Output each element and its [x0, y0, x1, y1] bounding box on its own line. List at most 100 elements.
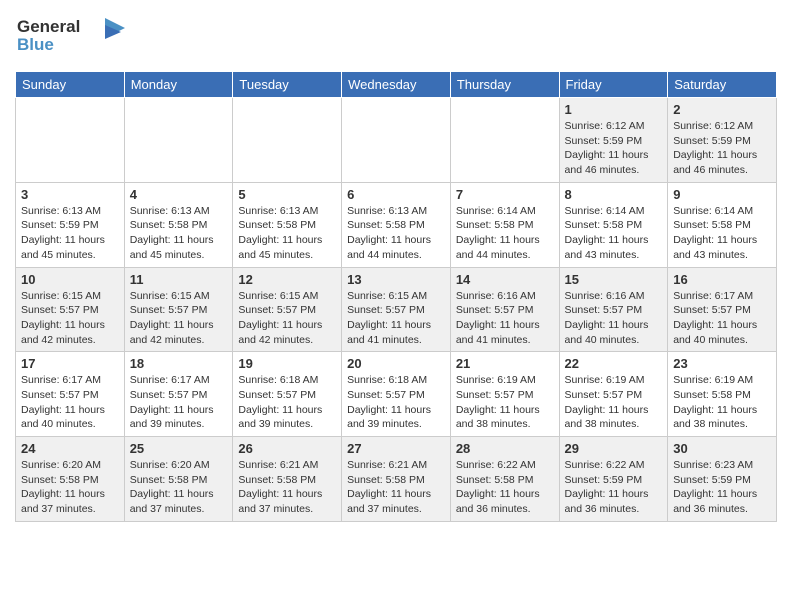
calendar-cell: 25 Sunrise: 6:20 AMSunset: 5:58 PMDayligh… [124, 437, 233, 522]
calendar-cell: 8 Sunrise: 6:14 AMSunset: 5:58 PMDaylight… [559, 182, 668, 267]
day-number: 16 [673, 272, 771, 287]
day-number: 7 [456, 187, 554, 202]
day-number: 6 [347, 187, 445, 202]
day-number: 29 [565, 441, 663, 456]
day-number: 20 [347, 356, 445, 371]
day-number: 3 [21, 187, 119, 202]
calendar-day-header: Friday [559, 72, 668, 98]
calendar-cell [342, 98, 451, 183]
calendar-cell: 27 Sunrise: 6:21 AMSunset: 5:58 PMDayligh… [342, 437, 451, 522]
calendar-week-row: 17 Sunrise: 6:17 AMSunset: 5:57 PMDayligh… [16, 352, 777, 437]
day-number: 28 [456, 441, 554, 456]
calendar-day-header: Wednesday [342, 72, 451, 98]
day-number: 24 [21, 441, 119, 456]
calendar-week-row: 3 Sunrise: 6:13 AMSunset: 5:59 PMDaylight… [16, 182, 777, 267]
calendar-day-header: Monday [124, 72, 233, 98]
calendar-day-header: Sunday [16, 72, 125, 98]
day-info: Sunrise: 6:15 AMSunset: 5:57 PMDaylight:… [347, 289, 445, 348]
day-number: 12 [238, 272, 336, 287]
day-info: Sunrise: 6:18 AMSunset: 5:57 PMDaylight:… [347, 373, 445, 432]
day-number: 9 [673, 187, 771, 202]
svg-text:Blue: Blue [17, 35, 54, 54]
day-info: Sunrise: 6:16 AMSunset: 5:57 PMDaylight:… [456, 289, 554, 348]
day-number: 5 [238, 187, 336, 202]
day-info: Sunrise: 6:12 AMSunset: 5:59 PMDaylight:… [673, 119, 771, 178]
calendar-cell [233, 98, 342, 183]
calendar-cell: 29 Sunrise: 6:22 AMSunset: 5:59 PMDayligh… [559, 437, 668, 522]
day-info: Sunrise: 6:23 AMSunset: 5:59 PMDaylight:… [673, 458, 771, 517]
day-number: 21 [456, 356, 554, 371]
day-number: 27 [347, 441, 445, 456]
day-info: Sunrise: 6:15 AMSunset: 5:57 PMDaylight:… [130, 289, 228, 348]
day-number: 8 [565, 187, 663, 202]
day-number: 26 [238, 441, 336, 456]
calendar-cell: 17Sunrise: 6:17 AMSunset: 5:57 PMDayligh… [16, 352, 125, 437]
calendar-cell: 9 Sunrise: 6:14 AMSunset: 5:58 PMDaylight… [668, 182, 777, 267]
day-info: Sunrise: 6:14 AMSunset: 5:58 PMDaylight:… [456, 204, 554, 263]
day-number: 30 [673, 441, 771, 456]
day-info: Sunrise: 6:21 AMSunset: 5:58 PMDaylight:… [238, 458, 336, 517]
day-info: Sunrise: 6:14 AMSunset: 5:58 PMDaylight:… [673, 204, 771, 263]
day-info: Sunrise: 6:13 AMSunset: 5:58 PMDaylight:… [238, 204, 336, 263]
day-number: 23 [673, 356, 771, 371]
day-number: 10 [21, 272, 119, 287]
calendar-cell: 2Sunrise: 6:12 AMSunset: 5:59 PMDaylight… [668, 98, 777, 183]
day-info: Sunrise: 6:15 AMSunset: 5:57 PMDaylight:… [21, 289, 119, 348]
day-number: 17 [21, 356, 119, 371]
calendar-week-row: 24 Sunrise: 6:20 AMSunset: 5:58 PMDayligh… [16, 437, 777, 522]
calendar-day-header: Saturday [668, 72, 777, 98]
calendar-cell: 28Sunrise: 6:22 AMSunset: 5:58 PMDayligh… [450, 437, 559, 522]
calendar-cell: 23Sunrise: 6:19 AMSunset: 5:58 PMDayligh… [668, 352, 777, 437]
calendar-cell: 4 Sunrise: 6:13 AMSunset: 5:58 PMDaylight… [124, 182, 233, 267]
day-number: 14 [456, 272, 554, 287]
day-info: Sunrise: 6:13 AMSunset: 5:59 PMDaylight:… [21, 204, 119, 263]
calendar-week-row: 1 Sunrise: 6:12 AMSunset: 5:59 PMDaylight… [16, 98, 777, 183]
day-info: Sunrise: 6:22 AMSunset: 5:59 PMDaylight:… [565, 458, 663, 517]
day-number: 19 [238, 356, 336, 371]
calendar-cell [124, 98, 233, 183]
calendar-header-row: SundayMondayTuesdayWednesdayThursdayFrid… [16, 72, 777, 98]
calendar-cell: 5 Sunrise: 6:13 AMSunset: 5:58 PMDaylight… [233, 182, 342, 267]
calendar-cell: 18Sunrise: 6:17 AMSunset: 5:57 PMDayligh… [124, 352, 233, 437]
calendar-cell: 15 Sunrise: 6:16 AMSunset: 5:57 PMDayligh… [559, 267, 668, 352]
day-number: 1 [565, 102, 663, 117]
calendar-cell: 13 Sunrise: 6:15 AMSunset: 5:57 PMDayligh… [342, 267, 451, 352]
calendar-cell: 12 Sunrise: 6:15 AMSunset: 5:57 PMDayligh… [233, 267, 342, 352]
day-info: Sunrise: 6:13 AMSunset: 5:58 PMDaylight:… [130, 204, 228, 263]
calendar-cell: 10 Sunrise: 6:15 AMSunset: 5:57 PMDayligh… [16, 267, 125, 352]
calendar-week-row: 10 Sunrise: 6:15 AMSunset: 5:57 PMDayligh… [16, 267, 777, 352]
calendar-cell: 22Sunrise: 6:19 AMSunset: 5:57 PMDayligh… [559, 352, 668, 437]
page-container: General Blue SundayMondayTuesdayWednesda… [0, 0, 792, 532]
calendar-cell: 26 Sunrise: 6:21 AMSunset: 5:58 PMDayligh… [233, 437, 342, 522]
day-info: Sunrise: 6:19 AMSunset: 5:57 PMDaylight:… [456, 373, 554, 432]
day-info: Sunrise: 6:15 AMSunset: 5:57 PMDaylight:… [238, 289, 336, 348]
day-info: Sunrise: 6:16 AMSunset: 5:57 PMDaylight:… [565, 289, 663, 348]
day-info: Sunrise: 6:12 AMSunset: 5:59 PMDaylight:… [565, 119, 663, 178]
day-info: Sunrise: 6:20 AMSunset: 5:58 PMDaylight:… [21, 458, 119, 517]
day-info: Sunrise: 6:13 AMSunset: 5:58 PMDaylight:… [347, 204, 445, 263]
calendar-day-header: Thursday [450, 72, 559, 98]
day-info: Sunrise: 6:14 AMSunset: 5:58 PMDaylight:… [565, 204, 663, 263]
calendar-table: SundayMondayTuesdayWednesdayThursdayFrid… [15, 71, 777, 522]
day-info: Sunrise: 6:21 AMSunset: 5:58 PMDaylight:… [347, 458, 445, 517]
calendar-cell: 30 Sunrise: 6:23 AMSunset: 5:59 PMDayligh… [668, 437, 777, 522]
logo-text: General Blue [15, 10, 135, 65]
day-number: 4 [130, 187, 228, 202]
day-info: Sunrise: 6:17 AMSunset: 5:57 PMDaylight:… [130, 373, 228, 432]
calendar-cell: 7 Sunrise: 6:14 AMSunset: 5:58 PMDaylight… [450, 182, 559, 267]
day-number: 13 [347, 272, 445, 287]
day-number: 11 [130, 272, 228, 287]
day-number: 22 [565, 356, 663, 371]
calendar-cell: 19 Sunrise: 6:18 AMSunset: 5:57 PMDayligh… [233, 352, 342, 437]
calendar-cell: 11 Sunrise: 6:15 AMSunset: 5:57 PMDayligh… [124, 267, 233, 352]
calendar-cell: 24 Sunrise: 6:20 AMSunset: 5:58 PMDayligh… [16, 437, 125, 522]
calendar-day-header: Tuesday [233, 72, 342, 98]
day-info: Sunrise: 6:18 AMSunset: 5:57 PMDaylight:… [238, 373, 336, 432]
day-number: 25 [130, 441, 228, 456]
day-info: Sunrise: 6:20 AMSunset: 5:58 PMDaylight:… [130, 458, 228, 517]
day-number: 15 [565, 272, 663, 287]
calendar-cell: 14 Sunrise: 6:16 AMSunset: 5:57 PMDayligh… [450, 267, 559, 352]
calendar-cell: 1 Sunrise: 6:12 AMSunset: 5:59 PMDaylight… [559, 98, 668, 183]
calendar-cell: 16Sunrise: 6:17 AMSunset: 5:57 PMDayligh… [668, 267, 777, 352]
logo: General Blue [15, 10, 135, 65]
